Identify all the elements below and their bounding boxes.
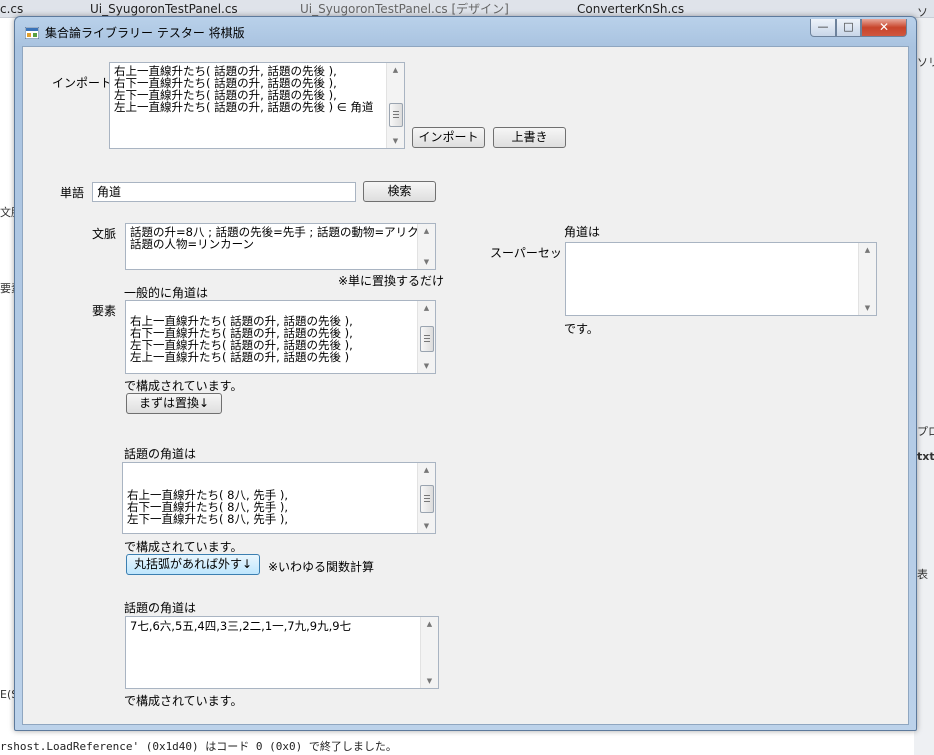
scroll-up-icon[interactable]: ▲	[859, 243, 876, 257]
scroll-up-icon[interactable]: ▲	[421, 617, 438, 631]
scroll-up-icon[interactable]: ▲	[418, 463, 435, 477]
scroll-down-icon[interactable]: ▼	[418, 519, 435, 533]
ide-right-text: ソ	[917, 6, 928, 19]
topic2-heading: 話題の角道は	[124, 601, 197, 615]
topic2-textarea[interactable]: 7七,6六,5五,4四,3三,2二,1一,7九,9九,9七 ▲ ▼	[125, 616, 439, 689]
scroll-down-icon[interactable]: ▼	[421, 674, 438, 688]
import-text: 右上一直線升たち( 話題の升, 話題の先後 ), 右下一直線升たち( 話題の升,…	[114, 64, 374, 114]
close-button[interactable]: ✕	[861, 19, 907, 37]
superset-label: スーパーセット	[490, 246, 574, 260]
context-text: 話題の升=8八 ; 話題の先後=先手 ; 話題の動物=アリクイ ; 話題の人物=…	[130, 225, 435, 251]
form-client-area: インポート 右上一直線升たち( 話題の升, 話題の先後 ), 右下一直線升たち(…	[22, 46, 909, 725]
topic1-text: 右上一直線升たち( 8八, 先手 ), 右下一直線升たち( 8八, 先手 ), …	[127, 488, 289, 526]
elements-heading: 一般的に角道は	[124, 286, 209, 300]
elements-footer: で構成されています。	[124, 379, 243, 393]
superset-footer: です。	[564, 322, 599, 336]
topic1-note: ※いわゆる関数計算	[268, 560, 375, 574]
word-label: 単語	[60, 186, 85, 200]
ide-tab[interactable]: ConverterKnSh.cs	[577, 1, 684, 17]
context-scrollbar[interactable]: ▲ ▼	[417, 224, 435, 269]
import-button[interactable]: インポート	[412, 127, 485, 148]
ide-right-text: txt	[917, 450, 934, 463]
elements-text: 右上一直線升たち( 話題の升, 話題の先後 ), 右下一直線升たち( 話題の升,…	[130, 314, 353, 364]
app-window: 集合論ライブラリー テスター 将棋版 — □ ✕ インポート 右上一直線升たち(…	[14, 16, 917, 731]
scroll-down-icon[interactable]: ▼	[859, 301, 876, 315]
topic2-footer: で構成されています。	[124, 694, 243, 708]
superset-textarea[interactable]: ▲ ▼	[565, 242, 877, 316]
scroll-down-icon[interactable]: ▼	[418, 255, 435, 269]
scroll-down-icon[interactable]: ▼	[418, 359, 435, 373]
topic2-text: 7七,6六,5五,4四,3三,2二,1一,7九,9九,9七	[130, 619, 352, 633]
scroll-thumb[interactable]	[420, 485, 434, 513]
superset-heading: 角道は	[564, 225, 601, 239]
scroll-up-icon[interactable]: ▲	[418, 224, 435, 238]
import-textarea[interactable]: 右上一直線升たち( 話題の升, 話題の先後 ), 右下一直線升たち( 話題の升,…	[109, 62, 405, 149]
topic1-footer: で構成されています。	[124, 540, 243, 554]
remove-parentheses-button[interactable]: 丸括弧があれば外す↓	[126, 554, 260, 575]
overwrite-button[interactable]: 上書き	[493, 127, 566, 148]
elements-textarea[interactable]: 右上一直線升たち( 話題の升, 話題の先後 ), 右下一直線升たち( 話題の升,…	[125, 300, 436, 374]
elements-label: 要素	[92, 304, 117, 318]
scroll-thumb[interactable]	[420, 326, 434, 352]
ide-tab[interactable]: Ui_SyugoronTestPanel.cs [デザイン]	[300, 1, 509, 17]
context-label: 文脈	[92, 227, 117, 241]
replace-button[interactable]: まずは置換↓	[126, 393, 222, 414]
superset-scrollbar[interactable]: ▲ ▼	[858, 243, 876, 315]
context-textarea[interactable]: 話題の升=8八 ; 話題の先後=先手 ; 話題の動物=アリクイ ; 話題の人物=…	[125, 223, 436, 270]
scroll-up-icon[interactable]: ▲	[418, 301, 435, 315]
context-note: ※単に置換するだけ	[338, 274, 445, 288]
ide-output-line: rshost.LoadReference' (0x1d40) はコード 0 (0…	[0, 740, 397, 753]
maximize-button[interactable]: □	[836, 19, 861, 37]
scroll-thumb[interactable]	[389, 103, 403, 127]
topic1-scrollbar[interactable]: ▲ ▼	[417, 463, 435, 533]
topic1-textarea[interactable]: 右上一直線升たち( 8八, 先手 ), 右下一直線升たち( 8八, 先手 ), …	[122, 462, 436, 534]
minimize-button[interactable]: —	[810, 19, 836, 37]
ide-tab[interactable]: Ui_SyugoronTestPanel.cs	[90, 1, 238, 17]
ide-right-text: ソリ	[917, 56, 934, 69]
import-scrollbar[interactable]: ▲ ▼	[386, 63, 404, 148]
ide-tab[interactable]: c.cs	[0, 1, 23, 17]
ide-right-text: プロ	[917, 425, 934, 438]
ide-right-text: 表	[917, 568, 928, 581]
import-label: インポート	[52, 76, 113, 90]
ide-output-pane: rshost.LoadReference' (0x1d40) はコード 0 (0…	[0, 730, 914, 755]
scroll-up-icon[interactable]: ▲	[387, 63, 404, 77]
scroll-down-icon[interactable]: ▼	[387, 134, 404, 148]
topic2-scrollbar[interactable]: ▲ ▼	[420, 617, 438, 688]
search-button[interactable]: 検索	[363, 181, 436, 202]
app-icon	[25, 27, 39, 39]
window-title: 集合論ライブラリー テスター 将棋版	[45, 26, 245, 40]
word-input[interactable]: 角道	[92, 182, 356, 202]
ide-solution-explorer: ソ ソリ プロ txt 表	[914, 6, 934, 755]
topic1-heading: 話題の角道は	[124, 447, 197, 461]
elements-scrollbar[interactable]: ▲ ▼	[417, 301, 435, 373]
